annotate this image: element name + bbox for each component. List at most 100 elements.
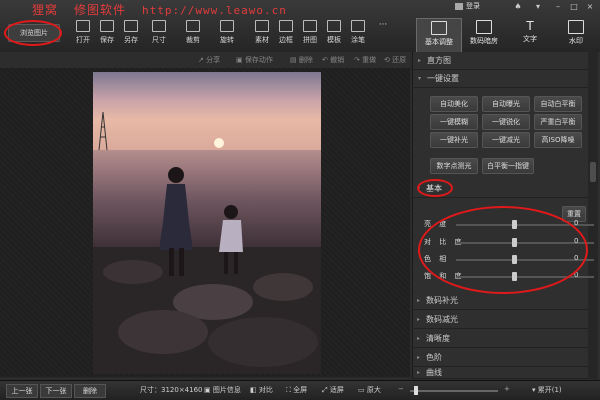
delete-action-button[interactable]: ▤ 删除 [290, 55, 313, 65]
collage-icon [303, 20, 317, 32]
delete-image-button[interactable]: 删除 [74, 384, 106, 398]
rotate-button[interactable]: 旋转 [214, 20, 240, 45]
zoom-slider-track[interactable] [410, 390, 498, 392]
fill-light-section[interactable]: ▸ 数码补光 [412, 292, 588, 310]
menu-icon[interactable]: ▾ [530, 2, 546, 12]
more-button[interactable]: ··· [370, 20, 396, 30]
fit-screen-button[interactable]: ⤢ 适屏 [322, 385, 344, 395]
tab-darkroom[interactable]: 数码暗房 [462, 18, 506, 52]
share-button[interactable]: ↗ 分享 [198, 55, 220, 65]
prev-image-button[interactable]: 上一张 [6, 384, 38, 398]
spot-metering-button[interactable]: 数字点测光 [430, 158, 478, 174]
saturation-slider[interactable]: 饱 和 度0 [424, 271, 594, 283]
chevron-down-icon: ▾ [418, 75, 422, 82]
image-size-label: 尺寸：3120×4160 [140, 386, 203, 394]
batch-open-button[interactable]: ▾ 累开(1) [532, 385, 562, 395]
auto-white-balance-button[interactable]: 自动白平衡 [534, 96, 582, 112]
camera-icon [476, 20, 492, 34]
auto-exposure-button[interactable]: 自动曝光 [482, 96, 530, 112]
hue-slider[interactable]: 色 相0 [424, 254, 594, 266]
original-size-button[interactable]: ▭ 原大 [358, 385, 381, 395]
browse-images-button[interactable]: 浏览图片 [8, 24, 60, 42]
scrollbar-thumb[interactable] [590, 162, 596, 182]
brand-name: 狸窝 [32, 3, 59, 17]
levels-section[interactable]: ▸ 色阶 [412, 349, 588, 367]
close-icon[interactable]: × [582, 2, 598, 12]
basic-section[interactable]: ▾ 基本 [412, 180, 588, 198]
brand-url: http://www.leawo.cn [142, 4, 287, 17]
material-icon [255, 20, 269, 32]
border-button[interactable]: 边框 [273, 20, 299, 45]
collage-button[interactable]: 拼图 [297, 20, 323, 45]
zoom-slider-handle[interactable] [414, 386, 418, 395]
chevron-right-icon: ▸ [418, 57, 422, 64]
action-bar: ↗ 分享 ▣ 保存动作 ▤ 删除 ↶ 撤销 ↷ 重做 ⟲ 还原 [0, 52, 410, 69]
save-as-button[interactable]: 另存 [118, 20, 144, 45]
histogram-section[interactable]: ▸ 直方图 [413, 52, 589, 70]
fill-light-button[interactable]: 一键补光 [430, 132, 478, 148]
zoom-in-icon[interactable]: + [504, 385, 510, 393]
strong-white-balance-button[interactable]: 严重白平衡 [534, 114, 582, 130]
user-icon [455, 2, 463, 10]
photo-preview[interactable] [93, 72, 321, 374]
brand-title: 狸窝 修图软件 http://www.leawo.cn [32, 1, 303, 18]
curves-section[interactable]: ▸ 曲线 [412, 367, 588, 379]
maximize-icon[interactable]: □ [566, 2, 582, 12]
chevron-right-icon: ▸ [417, 316, 421, 323]
next-image-button[interactable]: 下一张 [40, 384, 72, 398]
one-click-blur-button[interactable]: 一键模糊 [430, 114, 478, 130]
oneclick-section[interactable]: ▾ 一键设置 [413, 70, 589, 88]
reduce-light-button[interactable]: 一键减光 [482, 132, 530, 148]
slider-handle[interactable] [512, 272, 517, 281]
high-iso-denoise-button[interactable]: 高ISO降噪 [534, 132, 582, 148]
crop-icon [186, 20, 200, 32]
brightness-slider[interactable]: 亮 度0 [424, 219, 594, 231]
more-icon: ··· [378, 20, 388, 30]
material-button[interactable]: 素材 [249, 20, 275, 45]
skin-icon[interactable]: ♠ [510, 2, 526, 12]
undo-button[interactable]: ↶ 撤销 [322, 55, 344, 65]
tab-basic-adjust[interactable]: 基本调整 [416, 18, 462, 54]
text-icon: T [526, 19, 534, 33]
slider-handle[interactable] [512, 220, 517, 229]
zoom-out-icon[interactable]: − [398, 385, 404, 393]
fullscreen-button[interactable]: ⛶ 全屏 [286, 385, 307, 395]
template-icon [327, 20, 341, 32]
save-action-button[interactable]: ▣ 保存动作 [236, 55, 273, 65]
contrast-slider[interactable]: 对 比 度0 [424, 237, 594, 249]
resize-icon [152, 20, 166, 32]
chevron-right-icon: ▸ [417, 297, 421, 304]
watermark-icon [568, 20, 584, 34]
minimize-icon[interactable]: – [550, 2, 566, 12]
open-button[interactable]: 打开 [70, 20, 96, 45]
tab-text[interactable]: T 文字 [508, 18, 552, 52]
slider-handle[interactable] [512, 238, 517, 247]
chevron-right-icon: ▸ [417, 354, 421, 361]
open-icon [76, 20, 90, 32]
template-button[interactable]: 模板 [321, 20, 347, 45]
reduce-light-section[interactable]: ▸ 数码减光 [412, 311, 588, 329]
save-icon [100, 20, 114, 32]
auto-beautify-button[interactable]: 自动美化 [430, 96, 478, 112]
compare-button[interactable]: ◧ 对比 [250, 385, 273, 395]
restore-button[interactable]: ⟲ 还原 [384, 55, 406, 65]
chevron-right-icon: ▸ [417, 369, 421, 376]
clarity-section[interactable]: ▸ 清晰度 [412, 330, 588, 348]
brand-product: 修图软件 [74, 3, 127, 17]
redo-button[interactable]: ↷ 重做 [354, 55, 376, 65]
white-balance-picker-button[interactable]: 白平衡一指键 [482, 158, 534, 174]
chevron-down-icon: ▾ [417, 185, 421, 192]
brush-icon [351, 20, 365, 32]
status-bar: 上一张 下一张 删除 尺寸：3120×4160 ▣ 图片信息 ◧ 对比 ⛶ 全屏… [0, 380, 600, 400]
save-button[interactable]: 保存 [94, 20, 120, 45]
one-click-sharpen-button[interactable]: 一键锐化 [482, 114, 530, 130]
slider-handle[interactable] [512, 255, 517, 264]
brush-button[interactable]: 涂笔 [345, 20, 371, 45]
resize-button[interactable]: 尺寸 [146, 20, 172, 45]
panel-scrollbar[interactable] [588, 52, 598, 379]
image-info-button[interactable]: ▣ 图片信息 [204, 385, 241, 395]
login-button[interactable]: 登录 [455, 1, 503, 13]
save-as-icon [124, 20, 138, 32]
tab-watermark[interactable]: 水印 [554, 18, 598, 52]
crop-button[interactable]: 裁剪 [180, 20, 206, 45]
